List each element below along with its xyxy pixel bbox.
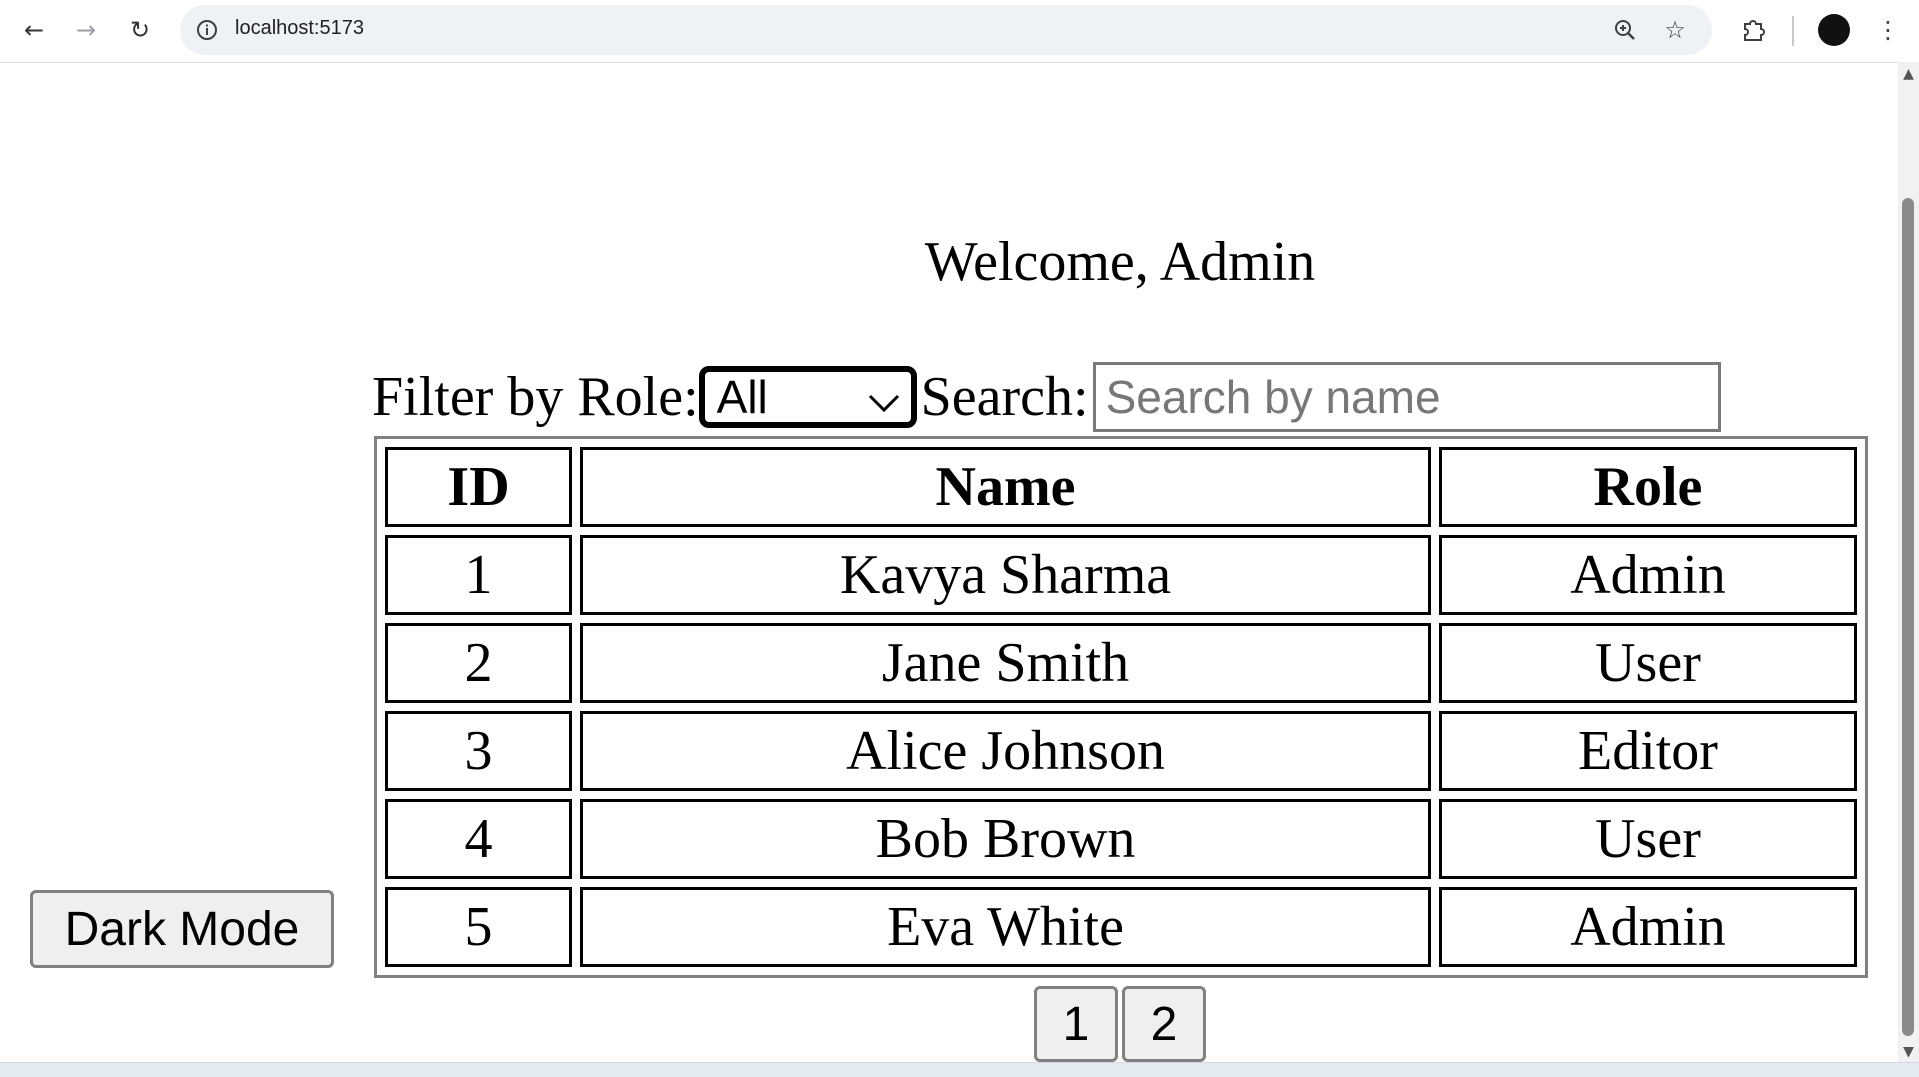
info-icon[interactable] bbox=[194, 17, 220, 43]
table-row: 4 Bob Brown User bbox=[385, 799, 1857, 879]
cell-name: Kavya Sharma bbox=[580, 535, 1431, 615]
table-row: 3 Alice Johnson Editor bbox=[385, 711, 1857, 791]
scroll-up-icon[interactable]: ▲ bbox=[1898, 66, 1919, 82]
cell-name: Jane Smith bbox=[580, 623, 1431, 703]
cell-role: User bbox=[1438, 623, 1857, 703]
search-input[interactable] bbox=[1092, 362, 1721, 432]
page-button-2[interactable]: 2 bbox=[1122, 986, 1206, 1062]
scrollbar-thumb[interactable] bbox=[1902, 198, 1914, 1036]
scroll-down-icon[interactable]: ▼ bbox=[1898, 1044, 1919, 1060]
cell-role: Editor bbox=[1438, 711, 1857, 791]
toolbar-divider bbox=[1792, 16, 1794, 46]
filter-bar: Filter by Role: All Search: bbox=[372, 360, 1721, 434]
cell-id: 2 bbox=[385, 623, 573, 703]
pagination: 1 2 bbox=[1034, 986, 1206, 1062]
column-header-id: ID bbox=[385, 447, 573, 527]
cell-role: Admin bbox=[1438, 887, 1857, 967]
puzzle-icon[interactable] bbox=[1738, 14, 1770, 46]
cell-id: 4 bbox=[385, 799, 573, 879]
column-header-name: Name bbox=[580, 447, 1431, 527]
dark-mode-button[interactable]: Dark Mode bbox=[30, 890, 334, 968]
table-row: 2 Jane Smith User bbox=[385, 623, 1857, 703]
role-filter-select[interactable]: All bbox=[698, 366, 917, 428]
cell-name: Alice Johnson bbox=[580, 711, 1431, 791]
browser-toolbar: ← → ↻ localhost:5173 ☆ ⋮ bbox=[0, 0, 1919, 63]
cell-role: Admin bbox=[1438, 535, 1857, 615]
column-header-role: Role bbox=[1438, 447, 1857, 527]
cell-id: 3 bbox=[385, 711, 573, 791]
search-label: Search: bbox=[920, 366, 1089, 428]
table-row: 1 Kavya Sharma Admin bbox=[385, 535, 1857, 615]
chevron-down-icon bbox=[867, 370, 901, 424]
filter-label: Filter by Role: bbox=[372, 366, 699, 428]
kebab-menu-icon[interactable]: ⋮ bbox=[1872, 14, 1904, 46]
cell-id: 1 bbox=[385, 535, 573, 615]
cell-name: Bob Brown bbox=[580, 799, 1431, 879]
reload-icon[interactable]: ↻ bbox=[124, 14, 156, 46]
star-icon[interactable]: ☆ bbox=[1660, 15, 1690, 45]
zoom-icon[interactable] bbox=[1610, 15, 1640, 45]
cell-id: 5 bbox=[385, 887, 573, 967]
page-title: Welcome, Admin bbox=[924, 231, 1316, 293]
table-header-row: ID Name Role bbox=[385, 447, 1857, 527]
address-bar[interactable]: localhost:5173 ☆ bbox=[180, 5, 1712, 55]
avatar[interactable] bbox=[1818, 14, 1850, 46]
users-table-container: ID Name Role 1 Kavya Sharma Admin 2 Jane… bbox=[374, 436, 1868, 978]
users-table: ID Name Role 1 Kavya Sharma Admin 2 Jane… bbox=[374, 436, 1868, 978]
back-icon[interactable]: ← bbox=[18, 14, 50, 46]
cell-role: User bbox=[1438, 799, 1857, 879]
taskbar bbox=[0, 1062, 1919, 1077]
role-selected-value: All bbox=[716, 371, 768, 423]
page-button-1[interactable]: 1 bbox=[1034, 986, 1118, 1062]
cell-name: Eva White bbox=[580, 887, 1431, 967]
forward-icon[interactable]: → bbox=[70, 14, 102, 46]
table-row: 5 Eva White Admin bbox=[385, 887, 1857, 967]
url-text[interactable]: localhost:5173 bbox=[235, 17, 364, 40]
